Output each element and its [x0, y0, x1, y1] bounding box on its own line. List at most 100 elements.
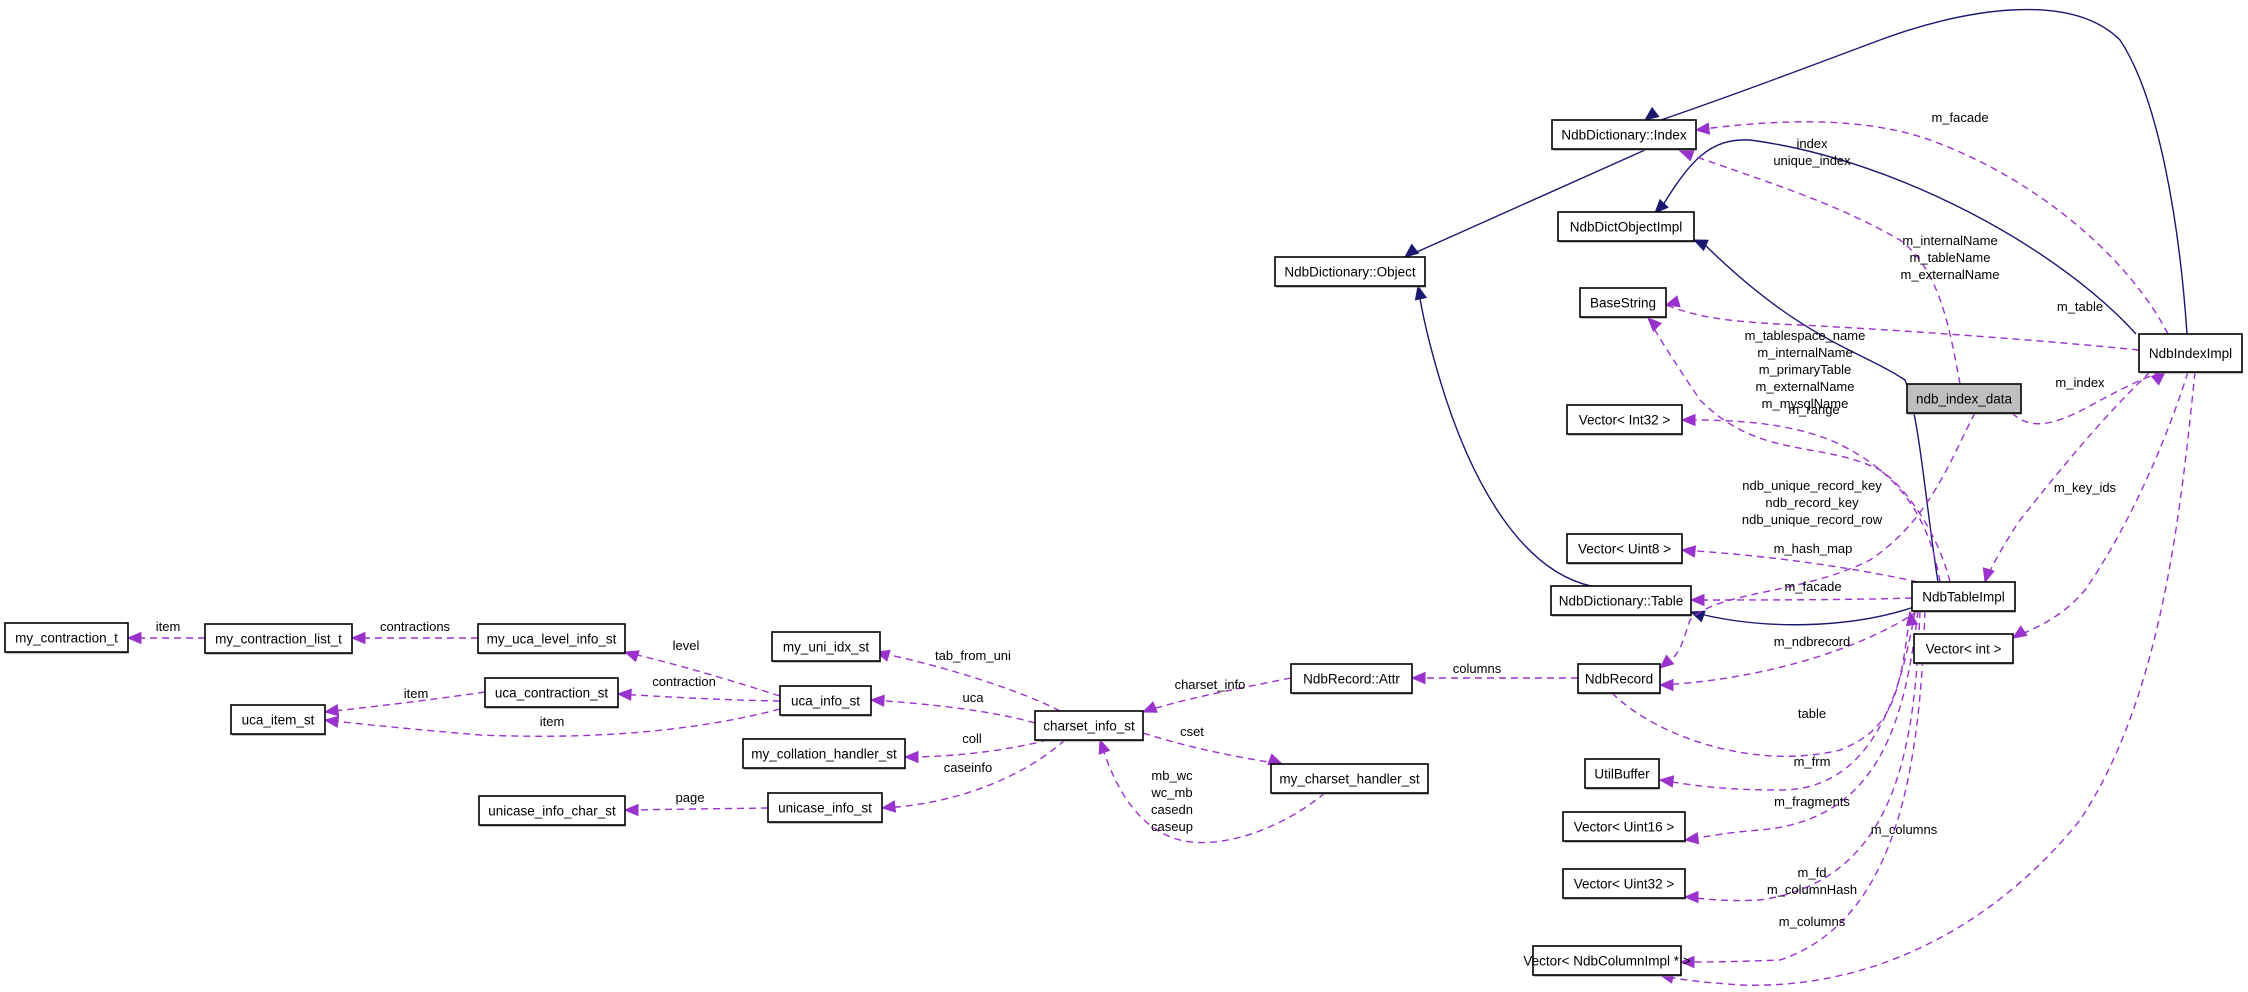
class-node-utilbuffer[interactable]: UtilBuffer [1584, 758, 1660, 790]
node-label: UtilBuffer [1594, 767, 1650, 782]
usage-edge-charset-info-st-to-my-charset-handler-st [1142, 732, 1284, 766]
class-node-vector-ndbcolumnimpl[interactable]: Vector< NdbColumnImpl * > [1523, 945, 1691, 977]
edge-label: m_facade [1931, 110, 1988, 125]
edge-label: m_columns [1779, 914, 1846, 929]
class-node-ndb-index-data[interactable]: ndb_index_data [1906, 383, 2022, 415]
edge-label: m_hash_map [1774, 541, 1853, 556]
class-node-basestring[interactable]: BaseString [1579, 287, 1667, 319]
class-node-unicase-info-char-st[interactable]: unicase_info_char_st [478, 795, 626, 827]
node-label: ndb_index_data [1916, 392, 2013, 407]
class-node-ndbtableimpl[interactable]: NdbTableImpl [1911, 581, 2016, 613]
edge-label: item [404, 686, 429, 701]
arrowhead-icon [1683, 832, 1700, 845]
edge-line [1690, 597, 1913, 601]
arrowhead-icon [903, 750, 919, 764]
class-node-uca-contraction-st[interactable]: uca_contraction_st [484, 677, 619, 709]
edge-label: m_columns [1871, 822, 1938, 837]
edge-label: mb_wc [1151, 768, 1193, 783]
arrowhead-icon [2150, 371, 2166, 386]
class-node-vector-int32[interactable]: Vector< Int32 > [1566, 404, 1683, 436]
edge-label: casedn [1151, 802, 1193, 817]
usage-edge-uca-info-st-to-uca-contraction-st [616, 688, 781, 702]
class-node-my-charset-handler-st[interactable]: my_charset_handler_st [1270, 763, 1429, 795]
edge-label: caseup [1151, 819, 1193, 834]
class-node-ndbdictobjectimpl[interactable]: NdbDictObjectImpl [1557, 211, 1695, 243]
edge-label: m_tableName [1910, 250, 1991, 265]
node-label: Vector< Uint16 > [1574, 820, 1675, 835]
class-node-ndbdictionary-table[interactable]: NdbDictionary::Table [1550, 585, 1692, 617]
edge-label: uca [963, 690, 985, 705]
node-label: NdbDictionary::Index [1561, 128, 1687, 143]
class-node-unicase-info-st[interactable]: unicase_info_st [767, 792, 883, 824]
node-label: Vector< int > [1926, 642, 2002, 657]
arrowhead-icon [1689, 593, 1705, 607]
usage-edge-ndbindeximpl-to-vector-int [2011, 371, 2189, 639]
arrowhead-icon [616, 688, 632, 702]
arrowhead-icon [1654, 198, 1669, 214]
class-node-uca-item-st[interactable]: uca_item_st [230, 704, 326, 736]
edge-label: ndb_unique_record_row [1742, 512, 1883, 527]
edge-label: m_internalName [1902, 233, 1997, 248]
arrowhead-icon [1982, 567, 1995, 584]
class-node-ndbdictionary-index[interactable]: NdbDictionary::Index [1551, 119, 1697, 151]
node-label: unicase_info_st [778, 801, 872, 816]
collaboration-diagram: m_facadeindexunique_indexm_internalNamem… [4, 8, 2243, 986]
edge-label: page [676, 790, 705, 805]
edge-label: unique_index [1773, 153, 1851, 168]
class-node-vector-uint8[interactable]: Vector< Uint8 > [1566, 533, 1683, 565]
class-node-vector-int[interactable]: Vector< int > [1913, 633, 2014, 665]
edge-label: m_range [1788, 402, 1839, 417]
edge-label: m_frm [1794, 754, 1831, 769]
edge-label: m_facade [1784, 579, 1841, 594]
edge-line [1691, 604, 1921, 626]
node-label: NdbTableImpl [1922, 590, 2005, 605]
edge-label: m_table [2057, 299, 2103, 314]
edge-label: m_fd [1798, 865, 1827, 880]
edge-label: index [1796, 136, 1828, 151]
usage-edge-charset-info-st-to-uca-info-st [869, 694, 1036, 724]
class-node-uca-info-st[interactable]: uca_info_st [779, 685, 872, 717]
class-node-ndbrecord[interactable]: NdbRecord [1577, 663, 1661, 695]
class-node-my-uca-level-info-st[interactable]: my_uca_level_info_st [477, 623, 626, 655]
node-label: uca_item_st [242, 713, 315, 728]
class-node-charset-info-st[interactable]: charset_info_st [1034, 710, 1144, 742]
usage-edge-my-contraction-list-t-to-my-contraction-t [126, 631, 205, 645]
node-label: NdbDictionary::Object [1284, 265, 1416, 280]
node-label: uca_contraction_st [495, 686, 609, 701]
arrowhead-icon [323, 704, 340, 717]
arrowhead-icon [2011, 625, 2028, 639]
edge-line [870, 699, 1036, 724]
edge-label: item [156, 619, 181, 634]
edge-line [1142, 732, 1283, 765]
arrowhead-icon [1410, 671, 1426, 685]
edge-label: wc_mb [1150, 785, 1192, 800]
node-label: unicase_info_char_st [488, 804, 616, 819]
edge-label: m_index [2055, 375, 2105, 390]
inheritance-edge-ndbtableimpl-to-ndbdictionary-table [1689, 604, 1921, 626]
arrowhead-icon [350, 631, 366, 645]
arrowhead-icon [1267, 753, 1284, 766]
arrowhead-icon [323, 715, 340, 728]
class-node-my-collation-handler-st[interactable]: my_collation_handler_st [742, 738, 906, 770]
edge-label: level [673, 638, 700, 653]
edge-line [1680, 610, 1926, 963]
usage-edge-ndbtableimpl-to-ndbdictionary-table [1689, 593, 1913, 607]
edge-label: m_fragments [1774, 794, 1850, 809]
class-node-my-contraction-t[interactable]: my_contraction_t [4, 622, 129, 654]
class-node-ndbindeximpl[interactable]: NdbIndexImpl [2138, 333, 2243, 374]
class-node-ndbrecord-attr[interactable]: NdbRecord::Attr [1290, 663, 1413, 695]
class-node-my-contraction-list-t[interactable]: my_contraction_list_t [204, 623, 353, 655]
arrowhead-icon [1694, 122, 1711, 135]
edge-label: m_primaryTable [1759, 362, 1851, 377]
class-node-vector-uint16[interactable]: Vector< Uint16 > [1562, 811, 1686, 843]
edge-label: cset [1180, 724, 1204, 739]
class-node-ndbdictionary-object[interactable]: NdbDictionary::Object [1274, 256, 1426, 288]
class-node-my-uni-idx-st[interactable]: my_uni_idx_st [771, 631, 881, 663]
edge-label: m_externalName [1756, 379, 1855, 394]
edge-label: m_key_ids [2054, 480, 2117, 495]
class-node-vector-uint32[interactable]: Vector< Uint32 > [1562, 868, 1686, 900]
edge-label: columns [1453, 661, 1502, 676]
edge-label: contraction [652, 674, 716, 689]
node-label: Vector< Uint32 > [1574, 877, 1675, 892]
node-label: NdbRecord [1585, 672, 1653, 687]
